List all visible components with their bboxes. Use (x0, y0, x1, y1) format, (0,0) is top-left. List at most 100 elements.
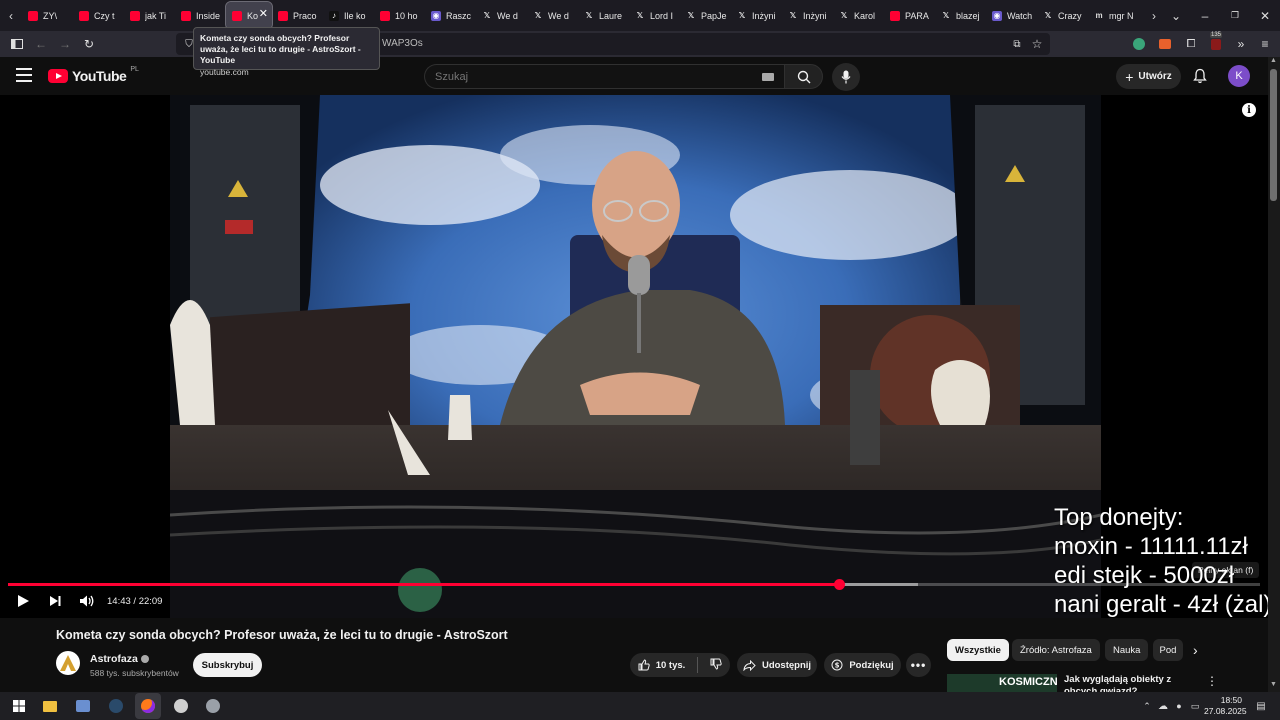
tab[interactable]: 𝕏 We d (527, 2, 578, 29)
volume-button[interactable] (78, 592, 96, 610)
tab[interactable]: 𝕏 PapJe (680, 2, 731, 29)
dislike-button[interactable] (710, 658, 722, 673)
youtube-logo[interactable]: YouTube PL (48, 66, 139, 84)
notifications-icon[interactable]: ▤ (1252, 697, 1270, 715)
hamburger-menu-icon[interactable] (16, 68, 32, 82)
tab[interactable]: 𝕏 Inżyni (731, 2, 782, 29)
video-frame[interactable] (170, 95, 1101, 618)
tab[interactable]: jak Ti (124, 2, 175, 29)
tab[interactable]: 𝕏 Lord I (629, 2, 680, 29)
tab-label: We d (548, 10, 569, 21)
firefox-icon[interactable] (135, 693, 161, 719)
tab-label: 10 ho (395, 10, 418, 21)
notifications-bell-icon[interactable] (1192, 68, 1208, 84)
chip-science[interactable]: Nauka (1105, 639, 1149, 661)
tab[interactable]: 𝕏 Karol (833, 2, 884, 29)
share-arrow-icon (743, 659, 756, 671)
channel-name-text[interactable]: Astrofaza (90, 653, 138, 665)
extension-fox-icon[interactable] (1156, 35, 1174, 53)
picture-in-picture-icon[interactable]: ⧉ (1008, 35, 1026, 53)
chip-source[interactable]: Źródło: Astrofaza (1012, 639, 1100, 661)
ublock-icon[interactable]: 135 (1207, 32, 1225, 53)
tab[interactable]: ♪ Ile ko (323, 2, 374, 29)
x-icon: 𝕏 (483, 11, 491, 20)
app2-icon[interactable] (172, 697, 190, 715)
share-button[interactable]: Udostępnij (737, 653, 817, 677)
sidebar-toggle-icon[interactable] (8, 35, 26, 53)
progress-bar[interactable] (8, 579, 1260, 590)
back-icon[interactable]: ← (32, 35, 50, 53)
tab[interactable]: ZY\ (22, 2, 73, 29)
app-icon[interactable] (74, 697, 92, 715)
tabs-scroll-left-icon[interactable]: ‹ (0, 2, 22, 29)
recommendation-title[interactable]: Jak wyglądają obiekty z obcych gwiazd? (1064, 674, 1204, 692)
tab[interactable]: m mgr N (1088, 2, 1139, 29)
file-explorer-icon[interactable] (41, 697, 59, 715)
scroll-down-icon[interactable]: ▼ (1270, 681, 1277, 688)
chips-next-icon[interactable]: › (1193, 642, 1198, 658)
like-dislike-group: 10 tys. (630, 653, 730, 677)
tab[interactable]: 𝕏 Crazy (1037, 2, 1088, 29)
play-icon (18, 595, 29, 607)
clock-date: 27.08.2025 (1204, 706, 1247, 716)
extensions-puzzle-icon[interactable]: ⧠ (1182, 35, 1200, 53)
window-close-icon[interactable]: ✕ (1254, 2, 1276, 29)
channel-name[interactable]: Astrofaza (90, 653, 149, 665)
windows-start-icon[interactable] (10, 697, 28, 715)
tab[interactable]: 𝕏 Inżyni (782, 2, 833, 29)
page-scrollbar[interactable]: ▲ ▼ (1268, 57, 1280, 692)
voice-search-button[interactable] (832, 63, 860, 91)
tab[interactable]: 𝕏 Laure (578, 2, 629, 29)
app3-icon[interactable] (204, 697, 222, 715)
tab-active[interactable]: Ko ✕ (225, 1, 273, 30)
like-button[interactable]: 10 tys. (638, 659, 685, 671)
tab-close-icon[interactable]: ✕ (259, 7, 268, 20)
video-player[interactable]: i Pełny ekran (f) Top donejty: moxin - 1… (0, 95, 1268, 618)
reload-icon[interactable]: ↻ (80, 35, 98, 53)
recommendation-thumbnail[interactable]: KOSMICZNI (947, 674, 1057, 692)
search-button[interactable] (784, 64, 823, 89)
network-icon[interactable]: ▭ (1186, 697, 1204, 715)
tab[interactable]: 𝕏blazej (935, 2, 986, 29)
recommendation-menu-icon[interactable]: ⋮ (1206, 674, 1218, 688)
play-button[interactable] (14, 592, 32, 610)
window-minimize-icon[interactable]: – (1194, 2, 1216, 29)
search-input[interactable] (435, 71, 735, 83)
thanks-button[interactable]: $ Podziękuj (824, 653, 901, 677)
subscribe-button[interactable]: Subskrybuj (193, 653, 262, 677)
tab-list: ZY\ Czy t jak Ti Inside Ko ✕ Praco ♪ Ile ko 10 ho… (22, 1, 1139, 30)
bookmark-star-icon[interactable]: ☆ (1028, 35, 1046, 53)
keyboard-icon[interactable] (762, 73, 774, 81)
tab[interactable]: 𝕏 We d (476, 2, 527, 29)
extension-globe-icon[interactable] (1130, 35, 1148, 53)
create-button[interactable]: + Utwórz (1116, 64, 1181, 89)
tab[interactable]: Praco (272, 2, 323, 29)
tab[interactable]: ◉ Raszc (425, 2, 476, 29)
chip-all[interactable]: Wszystkie (947, 639, 1009, 661)
scroll-up-icon[interactable]: ▲ (1270, 57, 1277, 64)
youtube-icon (79, 10, 89, 21)
windows-taskbar: ⌃ ☁ ● ▭ 18:50 27.08.2025 ▤ (0, 692, 1280, 720)
tab[interactable]: 10 ho (374, 2, 425, 29)
tab-list-dropdown-icon[interactable]: ⌄ (1165, 2, 1187, 29)
tooltip-title: Kometa czy sonda obcych? Profesor uważa,… (200, 33, 361, 65)
info-icon[interactable]: i (1242, 103, 1256, 117)
next-button[interactable] (46, 592, 64, 610)
tab[interactable]: ◉ Watch (986, 2, 1037, 29)
url-text: WAP3Os (382, 38, 423, 49)
more-actions-button[interactable]: ••• (906, 653, 931, 677)
steam-icon[interactable] (107, 697, 125, 715)
window-restore-icon[interactable]: ❐ (1224, 2, 1246, 29)
tab[interactable]: Czy t (73, 2, 124, 29)
chip-partial[interactable]: Pod (1153, 639, 1183, 661)
scrollbar-thumb[interactable] (1270, 69, 1277, 201)
user-avatar[interactable]: K (1228, 65, 1250, 87)
tab[interactable]: Inside (175, 2, 226, 29)
overflow-menu-chevron-icon[interactable]: » (1232, 35, 1250, 53)
channel-avatar[interactable] (56, 651, 80, 675)
app-menu-icon[interactable]: ≡ (1256, 35, 1274, 53)
tab[interactable]: PARA (884, 2, 935, 29)
tabs-scroll-right-icon[interactable]: › (1143, 2, 1165, 29)
forward-icon[interactable]: → (56, 35, 74, 53)
clock[interactable]: 18:50 27.08.2025 (1204, 695, 1247, 717)
